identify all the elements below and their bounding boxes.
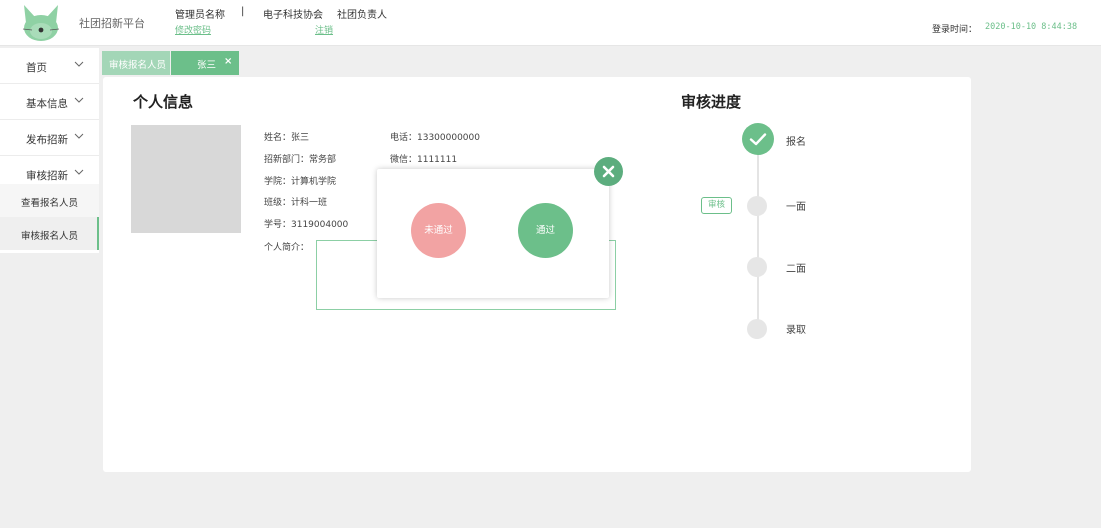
sidebar-subitem-label: 审核报名人员 bbox=[21, 231, 79, 242]
chevron-down-icon bbox=[74, 169, 84, 175]
field-student-id: 学号：3119004000 bbox=[264, 220, 349, 230]
step-dot-first-interview bbox=[747, 196, 767, 216]
sidebar-item-label: 首页 bbox=[26, 62, 47, 74]
brand-title: 社团招新平台 bbox=[79, 17, 145, 30]
tab-review-applicants[interactable]: 审核报名人员 bbox=[102, 51, 170, 75]
personal-info-title: 个人信息 bbox=[133, 93, 194, 111]
tab-applicant-zhangsan[interactable]: 张三 × bbox=[171, 51, 239, 75]
progress-title: 审核进度 bbox=[681, 93, 742, 111]
tab-label: 张三 bbox=[197, 60, 217, 71]
step-label-apply: 报名 bbox=[786, 137, 806, 148]
admin-name: 管理员名称 bbox=[175, 10, 225, 21]
step-dot-second-interview bbox=[747, 257, 767, 277]
step-label-second-interview: 二面 bbox=[786, 264, 806, 275]
modal-close-button[interactable] bbox=[594, 157, 623, 186]
sidebar-subitem-label: 查看报名人员 bbox=[21, 198, 79, 209]
field-class: 班级：计科一班 bbox=[264, 198, 328, 208]
reject-button[interactable]: 未通过 bbox=[411, 203, 466, 258]
review-action-badge[interactable]: 审核 bbox=[701, 197, 732, 214]
sidebar-subitem-view-applicants[interactable]: 查看报名人员 bbox=[0, 184, 99, 217]
field-college: 学院：计算机学院 bbox=[264, 177, 337, 187]
change-password-link[interactable]: 修改密码 bbox=[175, 23, 211, 36]
sidebar: 首页 基本信息 发布招新 审核招新 查看报名人员 审核报名人员 bbox=[0, 48, 99, 253]
field-department: 招新部门：常务部 bbox=[264, 155, 337, 165]
step-done-marker bbox=[742, 123, 774, 155]
chevron-down-icon bbox=[74, 97, 84, 103]
login-time-value: 2020-10-10 8:44:38 bbox=[985, 22, 1078, 32]
cat-logo-icon bbox=[22, 5, 60, 41]
top-header: 社团招新平台 管理员名称 修改密码 | 电子科技协会 社团负责人 注销 登录时间… bbox=[0, 0, 1101, 46]
review-modal: 未通过 通过 bbox=[377, 169, 609, 298]
header-separator: | bbox=[241, 6, 245, 17]
step-label-admission: 录取 bbox=[786, 325, 806, 336]
logout-link[interactable]: 注销 bbox=[315, 23, 333, 36]
chevron-down-icon bbox=[74, 133, 84, 139]
sidebar-item-basic-info[interactable]: 基本信息 bbox=[0, 84, 99, 120]
sidebar-item-label: 基本信息 bbox=[26, 98, 68, 110]
club-name: 电子科技协会 bbox=[263, 10, 323, 21]
sidebar-item-label: 审核招新 bbox=[26, 170, 68, 182]
sidebar-subitem-review-applicants[interactable]: 审核报名人员 bbox=[0, 217, 99, 250]
sidebar-item-publish-recruit[interactable]: 发布招新 bbox=[0, 120, 99, 156]
step-dot-admission bbox=[747, 319, 767, 339]
step-label-first-interview: 一面 bbox=[786, 202, 806, 213]
sidebar-item-home[interactable]: 首页 bbox=[0, 48, 99, 84]
check-icon bbox=[749, 133, 767, 146]
avatar-photo bbox=[131, 125, 241, 233]
login-time-label: 登录时间： bbox=[932, 25, 978, 35]
field-phone: 电话：13300000000 bbox=[390, 133, 480, 143]
tab-label: 审核报名人员 bbox=[109, 60, 167, 71]
chevron-down-icon bbox=[74, 61, 84, 67]
tab-close-icon[interactable]: × bbox=[224, 56, 232, 67]
field-wechat: 微信：1111111 bbox=[390, 155, 458, 165]
sidebar-item-label: 发布招新 bbox=[26, 134, 68, 146]
close-icon bbox=[602, 165, 615, 178]
field-intro-label: 个人简介： bbox=[264, 243, 310, 253]
club-role: 社团负责人 bbox=[337, 10, 387, 21]
pass-button[interactable]: 通过 bbox=[518, 203, 573, 258]
field-name: 姓名：张三 bbox=[264, 133, 310, 143]
timeline-line bbox=[757, 141, 759, 329]
